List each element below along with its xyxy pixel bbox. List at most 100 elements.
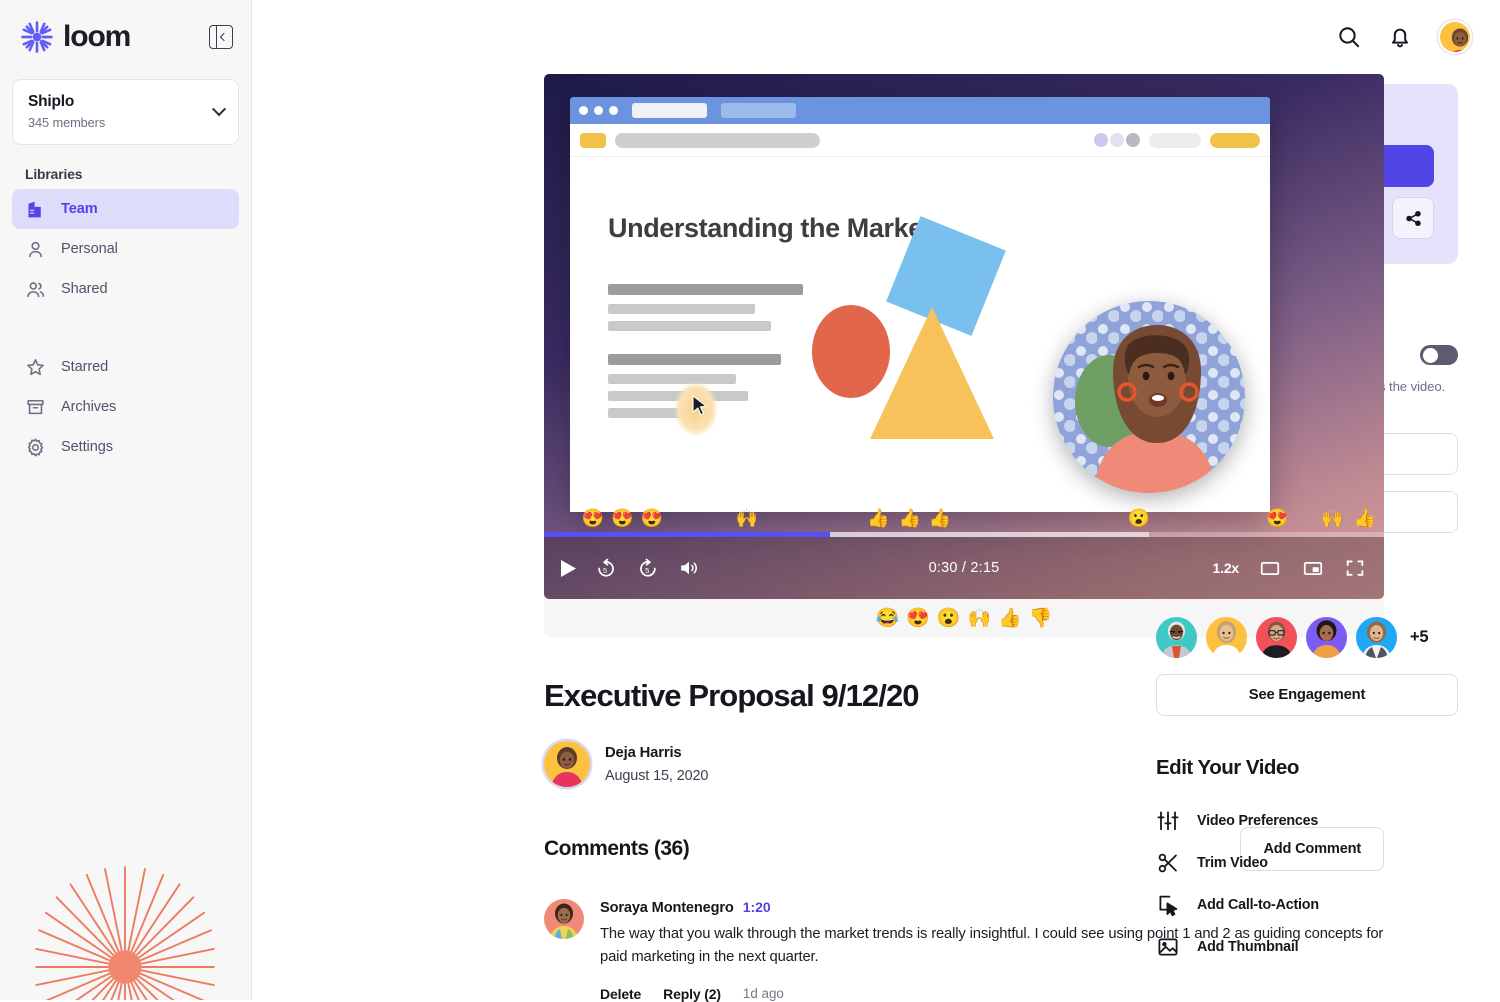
content-row: Understanding the Market 😍 😍 😍 🙌 👍 👍 👍 😮… — [252, 74, 1500, 1002]
app-root: loom Shiplo 345 members Libraries Team P… — [0, 0, 1500, 1002]
building-icon — [28, 201, 41, 217]
edit-your-video-title: Edit Your Video — [1156, 755, 1299, 779]
fullscreen-icon[interactable] — [1344, 557, 1366, 579]
sidebar-item-personal[interactable]: Personal — [12, 229, 239, 269]
user-avatar[interactable] — [1438, 20, 1472, 54]
edit-options-list: Video Preferences Trim Video Add Call-to… — [1156, 800, 1460, 968]
reaction-button[interactable]: 😮 — [937, 609, 961, 628]
avatar-image — [1206, 616, 1247, 658]
video-frame: Understanding the Market 😍 😍 😍 🙌 👍 👍 👍 😮… — [544, 74, 1384, 599]
viewer-avatar[interactable] — [1256, 616, 1297, 658]
edit-item-label: Add Thumbnail — [1197, 938, 1299, 955]
picture-in-picture-icon[interactable] — [1301, 558, 1325, 579]
sidebar-item-settings[interactable]: Settings — [12, 427, 239, 467]
forward-5-icon[interactable]: 5 — [636, 557, 659, 580]
delete-comment-button[interactable]: Delete — [600, 986, 641, 1002]
svg-text:5: 5 — [645, 565, 649, 574]
presenter-video — [1053, 301, 1245, 493]
player-controls: 5 5 0:30 / 2:15 1.2x — [544, 537, 1384, 599]
comment-timestamp-link[interactable]: 1:20 — [743, 899, 771, 915]
rewind-5-icon[interactable]: 5 — [595, 557, 618, 580]
avatar-image — [1306, 616, 1347, 658]
video-player[interactable]: Understanding the Market 😍 😍 😍 🙌 👍 👍 👍 😮… — [544, 74, 1384, 599]
edit-item-add-cta[interactable]: Add Call-to-Action — [1156, 884, 1460, 926]
sidebar-item-label: Team — [61, 201, 98, 217]
playback-speed-button[interactable]: 1.2x — [1213, 560, 1240, 576]
comments-count-title: Comments (36) — [544, 837, 690, 860]
edit-item-video-preferences[interactable]: Video Preferences — [1156, 800, 1460, 842]
volume-icon[interactable] — [677, 557, 701, 579]
reaction-button[interactable]: 😍 — [906, 609, 930, 628]
timeline-reaction[interactable]: 👍 — [867, 509, 889, 527]
author-avatar — [544, 741, 590, 787]
archive-icon — [27, 399, 44, 414]
viewer-avatar[interactable] — [1306, 616, 1347, 658]
sidebar-item-label: Personal — [61, 241, 118, 257]
timeline-reaction[interactable]: 😍 — [582, 509, 604, 527]
reaction-button[interactable]: 👎 — [1029, 609, 1053, 628]
timeline-reaction[interactable]: 👍 — [898, 509, 920, 527]
search-icon[interactable] — [1336, 24, 1362, 50]
yellow-triangle-shape — [870, 307, 994, 439]
viewer-avatar[interactable] — [1356, 616, 1397, 658]
chevron-down-icon — [211, 101, 227, 116]
top-bar — [252, 0, 1500, 74]
toggle-knob — [1422, 347, 1438, 363]
loom-logo[interactable]: loom — [20, 20, 131, 54]
edit-item-label: Video Preferences — [1197, 812, 1319, 829]
avatar-image — [544, 899, 584, 939]
browser-toolbar — [570, 124, 1270, 157]
timeline-reaction[interactable]: 👍 — [1354, 509, 1376, 527]
timeline-reaction[interactable]: 😍 — [1266, 509, 1288, 527]
main-area: Understanding the Market 😍 😍 😍 🙌 👍 👍 👍 😮… — [252, 0, 1500, 1002]
loom-wordmark: loom — [63, 20, 131, 53]
timeline-reaction[interactable]: 🙌 — [736, 509, 758, 527]
workspace-name: Shiplo — [28, 93, 75, 110]
image-icon — [1158, 938, 1178, 956]
reaction-button[interactable]: 😂 — [875, 609, 899, 628]
viewer-avatar[interactable] — [1156, 616, 1197, 658]
viewer-avatar[interactable] — [1206, 616, 1247, 658]
timeline-reaction[interactable]: 🙌 — [1321, 509, 1343, 527]
sidebar-item-label: Shared — [61, 281, 108, 297]
viewer-avatars: +5 — [1156, 616, 1460, 658]
avatar-image — [1440, 22, 1470, 52]
sidebar-item-archives[interactable]: Archives — [12, 387, 239, 427]
panel-collapse-icon[interactable] — [209, 25, 233, 49]
see-engagement-button[interactable]: See Engagement — [1156, 673, 1458, 716]
sidebar-item-label: Starred — [61, 359, 109, 375]
gear-icon — [27, 437, 44, 457]
sidebar-nav: Team Personal Shared Starred Archives Se… — [0, 189, 251, 467]
star-icon — [27, 358, 44, 375]
sunburst-graphic — [35, 866, 215, 1000]
workspace-selector[interactable]: Shiplo 345 members — [12, 79, 239, 145]
theater-mode-icon[interactable] — [1258, 558, 1282, 579]
edit-item-trim-video[interactable]: Trim Video — [1156, 842, 1460, 884]
timeline-reaction[interactable]: 😍 — [611, 509, 633, 527]
timeline-reaction[interactable]: 😍 — [641, 509, 663, 527]
edit-item-add-thumbnail[interactable]: Add Thumbnail — [1156, 926, 1460, 968]
edit-item-label: Add Call-to-Action — [1197, 896, 1319, 913]
play-icon[interactable] — [560, 559, 577, 578]
share-nodes-icon — [1405, 210, 1421, 226]
sidebar-item-starred[interactable]: Starred — [12, 347, 239, 387]
reply-comment-button[interactable]: Reply (2) — [663, 986, 721, 1002]
author-name: Deja Harris — [605, 744, 682, 761]
users-icon — [27, 281, 45, 297]
search-indexing-toggle[interactable] — [1420, 345, 1458, 365]
sidebar-item-label: Archives — [61, 399, 117, 415]
libraries-label: Libraries — [25, 167, 83, 182]
avatar-image — [544, 741, 590, 787]
sidebar-item-shared[interactable]: Shared — [12, 269, 239, 309]
timeline-reaction[interactable]: 👍 — [929, 509, 951, 527]
timeline-reaction[interactable]: 😮 — [1128, 509, 1150, 527]
video-date: August 15, 2020 — [605, 767, 709, 784]
sidebar-item-team[interactable]: Team — [12, 189, 239, 229]
bell-icon[interactable] — [1387, 24, 1413, 50]
reaction-button[interactable]: 👍 — [998, 609, 1022, 628]
screen-recording-mock: Understanding the Market — [570, 97, 1270, 512]
share-options-button[interactable] — [1392, 197, 1434, 239]
reaction-button[interactable]: 🙌 — [968, 609, 992, 628]
user-icon — [29, 241, 42, 257]
